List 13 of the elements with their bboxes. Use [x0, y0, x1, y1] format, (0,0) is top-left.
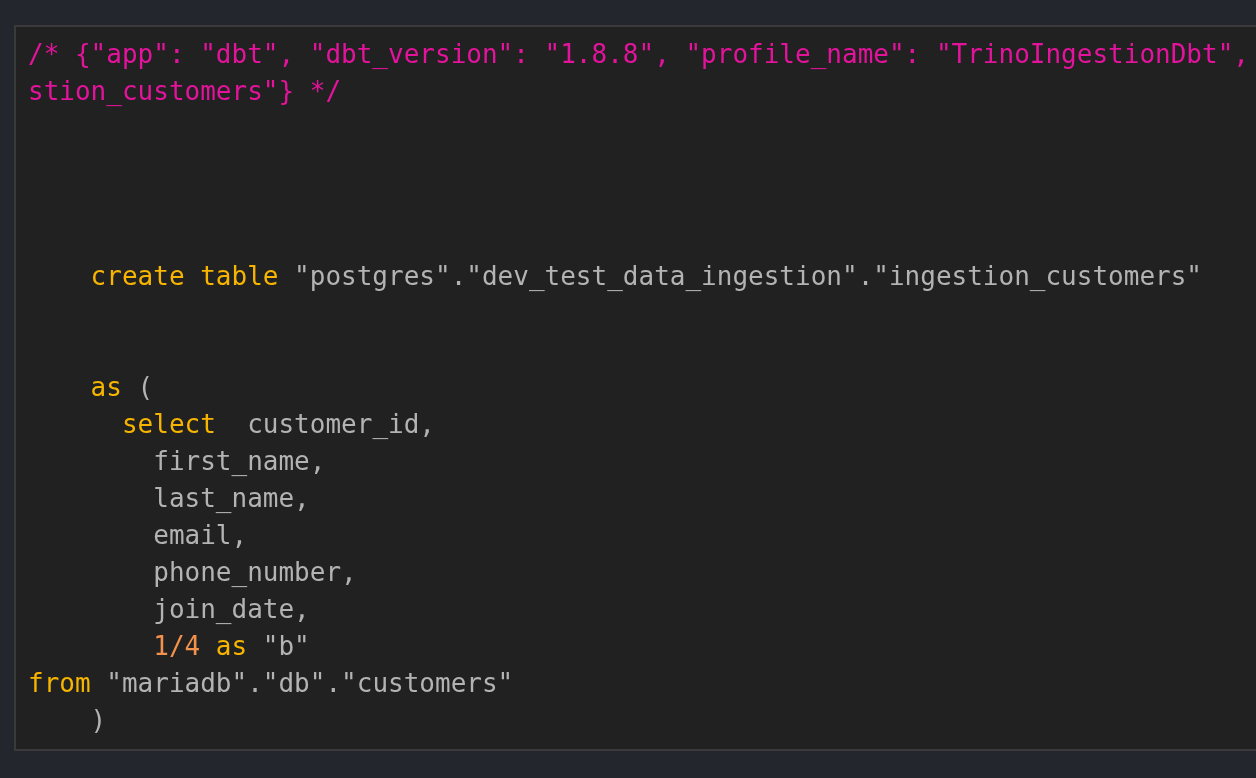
code-line: /* {"app": "dbt", "dbt_version": "1.8.8", "profile_name": "TrinoIngestionDbt",	[28, 38, 1249, 71]
code-line: from "mariadb"."db"."customers"	[28, 667, 514, 700]
code-line: create table "postgres"."dev_test_data_ingestion"."ingestion_customers"	[89, 260, 1202, 293]
code-line: as (	[89, 371, 154, 404]
code-line: 1/4 as "b"	[152, 630, 310, 663]
code-line: join_date,	[152, 593, 310, 626]
code-line: phone_number,	[152, 556, 357, 589]
code-line: first_name,	[152, 445, 326, 478]
code-line: stion_customers"} */	[28, 75, 342, 108]
code-line: email,	[152, 519, 248, 552]
code-line: last_name,	[152, 482, 310, 515]
code-line: select customer_id,	[120, 408, 435, 441]
code-line: )	[89, 704, 107, 737]
